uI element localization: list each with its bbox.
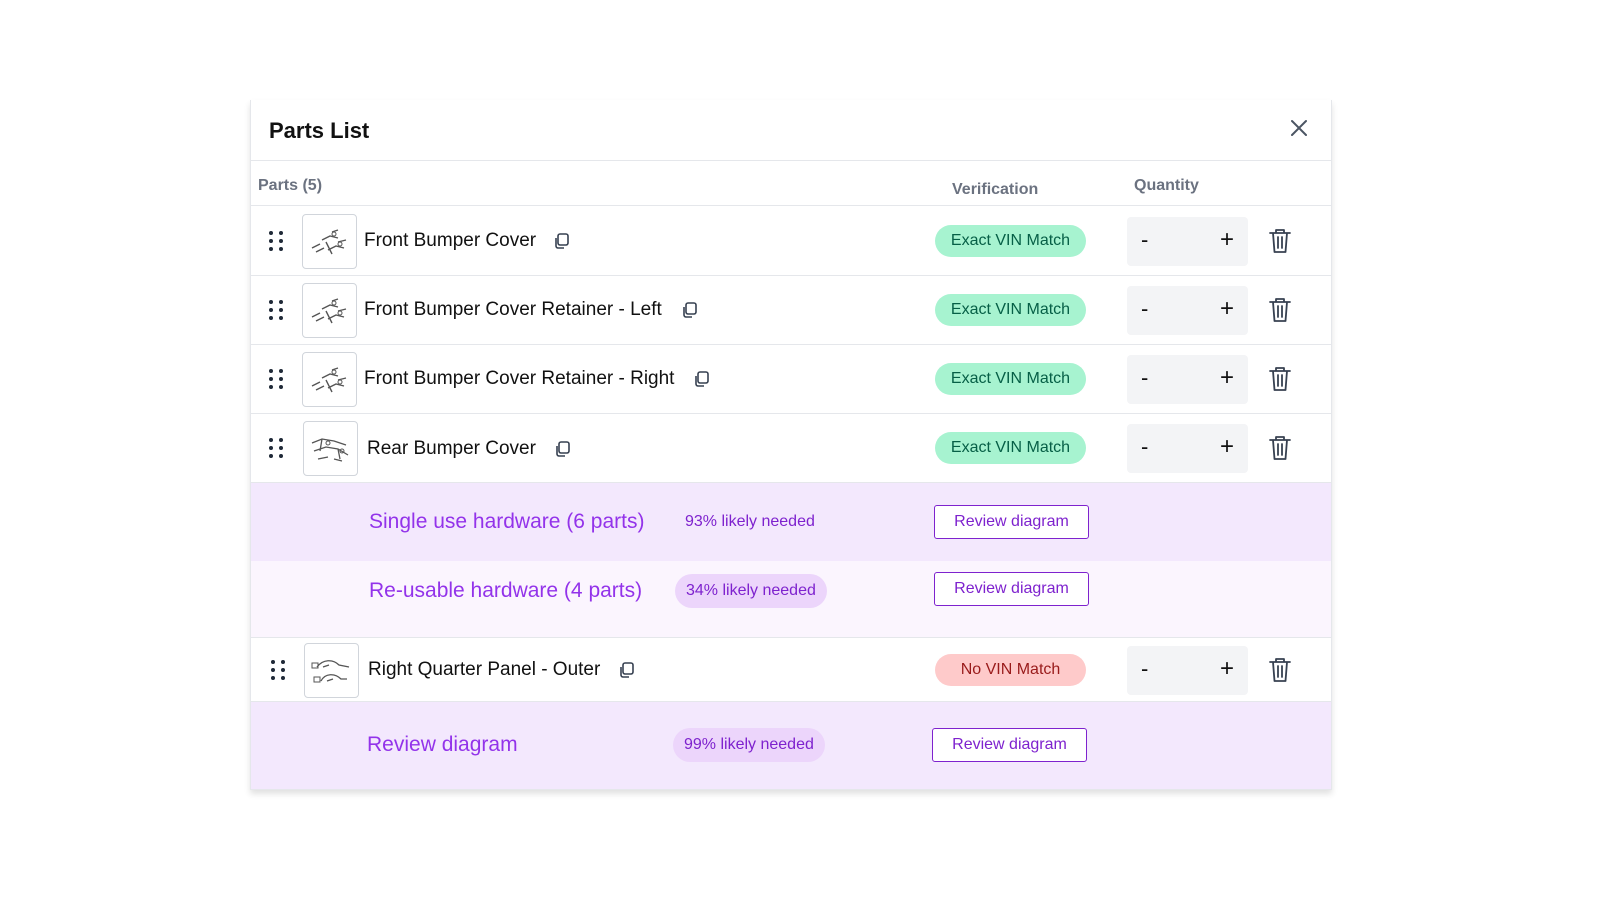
quantity-stepper: - + — [1127, 646, 1248, 695]
quantity-stepper: - + — [1127, 217, 1248, 266]
parts-column-header: Parts (5) — [258, 177, 323, 194]
likelihood-label: 93% likely needed — [685, 513, 815, 530]
hardware-group: Review diagram 99% likely needed Review … — [251, 702, 1331, 789]
panel-header: Parts List — [251, 100, 1331, 161]
verification-badge: No VIN Match — [935, 654, 1086, 686]
copy-icon[interactable] — [681, 301, 699, 319]
verification-badge: Exact VIN Match — [935, 225, 1086, 257]
decrease-quantity-button[interactable]: - — [1141, 434, 1148, 460]
trash-icon[interactable] — [1267, 365, 1293, 393]
part-name: Right Quarter Panel - Outer — [368, 659, 601, 680]
part-row: Front Bumper Cover Retainer - Left Exact… — [251, 276, 1331, 345]
drag-handle-icon[interactable] — [269, 231, 283, 251]
increase-quantity-button[interactable]: + — [1220, 655, 1234, 683]
part-diagram-icon — [311, 366, 346, 392]
decrease-quantity-button[interactable]: - — [1141, 227, 1148, 253]
likelihood-badge: 99% likely needed — [673, 728, 825, 762]
quantity-stepper: - + — [1127, 355, 1248, 404]
drag-handle-icon[interactable] — [269, 300, 283, 320]
review-diagram-button[interactable]: Review diagram — [934, 572, 1089, 606]
increase-quantity-button[interactable]: + — [1220, 433, 1234, 461]
drag-handle-icon[interactable] — [269, 369, 283, 389]
parts-list-panel: Parts List Parts (5) Verification Quanti… — [250, 100, 1332, 790]
part-name: Front Bumper Cover — [364, 230, 537, 251]
panel-title: Parts List — [269, 118, 370, 143]
decrease-quantity-button[interactable]: - — [1141, 365, 1148, 391]
hardware-group: Single use hardware (6 parts) 93% likely… — [251, 483, 1331, 561]
hardware-group-title[interactable]: Re-usable hardware (4 parts) — [369, 579, 642, 603]
part-thumbnail[interactable] — [302, 283, 357, 338]
decrease-quantity-button[interactable]: - — [1141, 656, 1148, 682]
part-thumbnail[interactable] — [302, 352, 357, 407]
part-diagram-icon — [311, 659, 349, 682]
part-row: Right Quarter Panel - Outer No VIN Match… — [251, 638, 1331, 702]
copy-icon[interactable] — [618, 661, 636, 679]
part-thumbnail[interactable] — [302, 214, 357, 269]
part-name: Rear Bumper Cover — [367, 438, 536, 459]
trash-icon[interactable] — [1267, 227, 1293, 255]
hardware-group: Re-usable hardware (4 parts) 34% likely … — [251, 561, 1331, 638]
part-row: Front Bumper Cover Exact VIN Match - + — [251, 207, 1331, 276]
hardware-group-title[interactable]: Review diagram — [367, 733, 518, 757]
review-diagram-button[interactable]: Review diagram — [932, 728, 1087, 762]
increase-quantity-button[interactable]: + — [1220, 226, 1234, 254]
increase-quantity-button[interactable]: + — [1220, 364, 1234, 392]
likelihood-badge: 34% likely needed — [675, 574, 827, 608]
close-icon — [1291, 120, 1307, 136]
part-thumbnail[interactable] — [304, 643, 359, 698]
decrease-quantity-button[interactable]: - — [1141, 296, 1148, 322]
close-button[interactable] — [1285, 114, 1313, 142]
part-diagram-icon — [311, 297, 346, 323]
verification-column-header: Verification — [952, 181, 1039, 198]
column-header-row: Parts (5) Verification Quantity — [251, 161, 1331, 206]
hardware-group-title[interactable]: Single use hardware (6 parts) — [369, 510, 644, 534]
verification-badge: Exact VIN Match — [935, 432, 1086, 464]
part-diagram-icon — [311, 228, 346, 254]
verification-badge: Exact VIN Match — [935, 363, 1086, 395]
copy-icon[interactable] — [553, 232, 571, 250]
verification-badge: Exact VIN Match — [935, 294, 1086, 326]
drag-handle-icon[interactable] — [269, 438, 283, 458]
part-name: Front Bumper Cover Retainer - Right — [364, 368, 675, 389]
part-thumbnail[interactable] — [303, 421, 358, 476]
trash-icon[interactable] — [1267, 296, 1293, 324]
quantity-stepper: - + — [1127, 424, 1248, 473]
copy-icon[interactable] — [693, 370, 711, 388]
quantity-column-header: Quantity — [1134, 177, 1199, 194]
increase-quantity-button[interactable]: + — [1220, 295, 1234, 323]
copy-icon[interactable] — [554, 440, 572, 458]
part-name: Front Bumper Cover Retainer - Left — [364, 299, 662, 320]
part-row: Front Bumper Cover Retainer - Right Exac… — [251, 345, 1331, 414]
quantity-stepper: - + — [1127, 286, 1248, 335]
trash-icon[interactable] — [1267, 434, 1293, 462]
trash-icon[interactable] — [1267, 656, 1293, 684]
part-diagram-icon — [311, 437, 348, 462]
part-row: Rear Bumper Cover Exact VIN Match - + — [251, 414, 1331, 483]
drag-handle-icon[interactable] — [271, 660, 285, 680]
review-diagram-button[interactable]: Review diagram — [934, 505, 1089, 539]
